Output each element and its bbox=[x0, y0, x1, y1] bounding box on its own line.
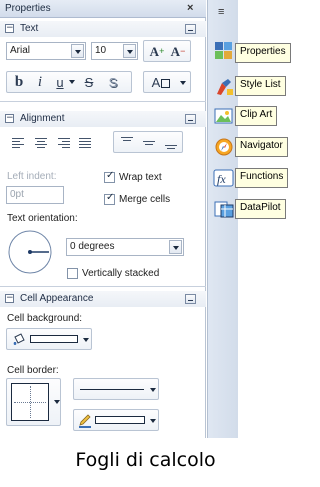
font-color-button[interactable]: A bbox=[147, 74, 175, 91]
vertically-stacked-label: Vertically stacked bbox=[82, 268, 160, 279]
font-color-dropdown-icon[interactable] bbox=[180, 81, 186, 85]
font-style-group: b i u S S bbox=[6, 71, 132, 93]
orientation-dial-icon[interactable] bbox=[6, 228, 54, 276]
font-name-dropdown-button[interactable] bbox=[71, 44, 84, 58]
alignment-section-header[interactable]: − Alignment bbox=[0, 111, 206, 127]
style-list-icon[interactable] bbox=[213, 77, 235, 97]
deck-tab-navigator[interactable]: Navigator bbox=[235, 137, 288, 157]
wrap-text-checkbox[interactable] bbox=[104, 170, 115, 183]
collapse-text-icon[interactable]: − bbox=[5, 24, 14, 33]
vertically-stacked-checkbox[interactable] bbox=[67, 268, 78, 279]
font-size-adjust-group: A+ A− bbox=[143, 40, 191, 62]
close-icon[interactable]: × bbox=[187, 2, 193, 14]
underline-dropdown-icon[interactable] bbox=[69, 80, 75, 84]
left-indent-spinfield[interactable]: 0pt bbox=[6, 186, 64, 204]
font-size-dropdown-button[interactable] bbox=[123, 44, 136, 58]
merge-cells-label: Merge cells bbox=[119, 194, 171, 205]
shrink-minus-icon: − bbox=[180, 46, 186, 56]
align-left-button[interactable] bbox=[10, 134, 28, 151]
cell-background-button[interactable] bbox=[6, 328, 92, 350]
font-size-combobox[interactable]: 10 bbox=[91, 42, 138, 60]
align-right-button[interactable] bbox=[54, 134, 72, 151]
deck-tab-clip-art[interactable]: Clip Art bbox=[235, 106, 278, 126]
border-preview-icon bbox=[11, 383, 49, 421]
orientation-combobox[interactable]: 0 degrees bbox=[66, 238, 184, 256]
line-color-dropdown-icon[interactable] bbox=[150, 419, 156, 423]
underline-button[interactable]: u bbox=[53, 74, 67, 91]
svg-text:fx: fx bbox=[217, 172, 226, 186]
deck-tab-functions[interactable]: Functions bbox=[235, 168, 289, 188]
panel-title: Properties bbox=[5, 3, 51, 14]
clip-art-icon[interactable] bbox=[213, 106, 235, 126]
line-style-button[interactable] bbox=[73, 378, 159, 400]
section-divider bbox=[0, 101, 206, 102]
deck-tab-bar: ≡ fx bbox=[207, 0, 238, 438]
merge-cells-checkbox[interactable] bbox=[104, 192, 115, 205]
cell-appearance-more-options-button[interactable] bbox=[185, 294, 196, 304]
shadow-button[interactable]: S bbox=[105, 74, 121, 91]
cell-background-label: Cell background: bbox=[7, 313, 83, 324]
menu-icon[interactable]: ≡ bbox=[218, 6, 224, 18]
align-top-button[interactable] bbox=[117, 134, 137, 151]
align-middle-button[interactable] bbox=[139, 134, 159, 151]
shrink-font-icon: A bbox=[170, 44, 181, 59]
font-name-combobox[interactable]: Arial bbox=[6, 42, 86, 60]
text-more-options-button[interactable] bbox=[185, 24, 196, 34]
collapse-cell-appearance-icon[interactable]: − bbox=[5, 294, 14, 303]
pencil-icon bbox=[79, 414, 91, 428]
deck-tab-datapilot[interactable]: DataPilot bbox=[235, 199, 286, 219]
orientation-value: 0 degrees bbox=[70, 241, 115, 252]
paint-bucket-icon bbox=[13, 333, 25, 345]
shrink-font-button[interactable]: A− bbox=[168, 43, 188, 60]
horizontal-alignment-group bbox=[6, 131, 98, 153]
datapilot-icon[interactable] bbox=[213, 199, 235, 219]
deck-tab-properties[interactable]: Properties bbox=[235, 43, 291, 63]
border-dropdown-icon[interactable] bbox=[54, 400, 60, 404]
font-name-value: Arial bbox=[10, 45, 31, 56]
background-color-swatch bbox=[30, 335, 78, 343]
cell-appearance-section-title: Cell Appearance bbox=[20, 293, 94, 304]
text-section-title: Text bbox=[20, 23, 39, 34]
wrap-text-label: Wrap text bbox=[119, 172, 162, 183]
text-orientation-label: Text orientation: bbox=[7, 213, 78, 224]
properties-panel: Properties × − Text Arial 10 A+ A− b i u… bbox=[0, 0, 206, 438]
text-section-header[interactable]: − Text bbox=[0, 21, 206, 37]
line-color-button[interactable] bbox=[73, 409, 159, 431]
functions-icon[interactable]: fx bbox=[213, 168, 235, 188]
background-dropdown-icon[interactable] bbox=[83, 338, 89, 342]
align-center-button[interactable] bbox=[32, 134, 50, 151]
caption-text: Fogli di calcolo bbox=[75, 449, 216, 471]
cell-border-label: Cell border: bbox=[7, 365, 59, 376]
font-size-value: 10 bbox=[95, 45, 107, 56]
orientation-dropdown-button[interactable] bbox=[169, 240, 182, 254]
grow-font-button[interactable]: A+ bbox=[147, 43, 167, 60]
italic-button[interactable]: i bbox=[33, 74, 47, 91]
section-divider bbox=[0, 286, 206, 287]
deck-tab-style-list[interactable]: Style List bbox=[235, 76, 286, 96]
left-indent-label: Left indent: bbox=[7, 171, 57, 182]
font-color-group: A bbox=[143, 71, 191, 93]
alignment-more-options-button[interactable] bbox=[185, 114, 196, 124]
collapse-alignment-icon[interactable]: − bbox=[5, 114, 14, 123]
line-style-icon bbox=[80, 389, 144, 390]
cell-appearance-section-header[interactable]: − Cell Appearance bbox=[0, 291, 206, 307]
cell-border-button[interactable] bbox=[6, 378, 61, 426]
strikethrough-button[interactable]: S bbox=[81, 74, 97, 91]
grow-font-icon: A bbox=[149, 44, 160, 59]
panel-titlebar: Properties × bbox=[0, 0, 206, 18]
highlight-box-icon bbox=[161, 79, 171, 88]
left-indent-value: 0pt bbox=[10, 189, 24, 200]
grow-plus-icon: + bbox=[159, 46, 165, 56]
font-color-icon: A bbox=[151, 75, 161, 90]
align-justify-button[interactable] bbox=[76, 134, 94, 151]
bold-button[interactable]: b bbox=[11, 74, 27, 91]
line-color-swatch bbox=[95, 416, 145, 424]
properties-icon[interactable] bbox=[213, 40, 235, 60]
align-bottom-button[interactable] bbox=[161, 134, 181, 151]
line-style-dropdown-icon[interactable] bbox=[150, 388, 156, 392]
alignment-section-title: Alignment bbox=[20, 113, 65, 124]
navigator-icon[interactable] bbox=[213, 137, 235, 157]
vertical-alignment-group bbox=[113, 131, 183, 153]
